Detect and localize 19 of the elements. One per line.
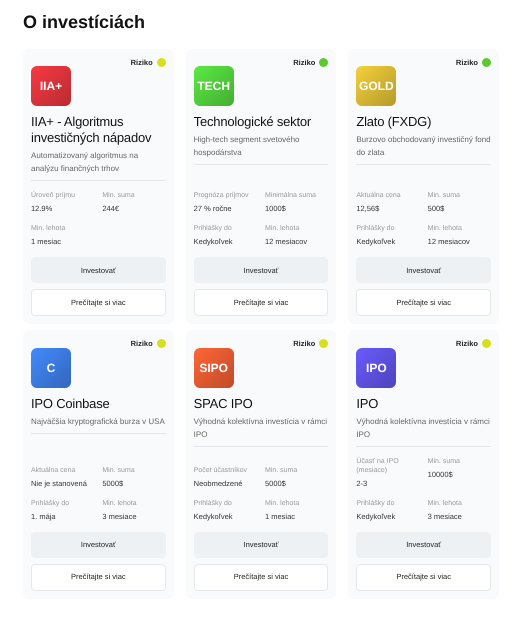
logo-badge: C (31, 348, 71, 388)
logo-badge: GOLD (356, 66, 396, 106)
logo-badge: SIPO (194, 348, 234, 388)
logo-badge: IPO (356, 348, 396, 388)
card-title: Zlato (FXDG) (356, 114, 432, 130)
page-heading: O investíciách (23, 11, 146, 33)
card-title: IPO (356, 396, 380, 412)
card-description: Burzovo obchodovaný investičný fond do zlata (356, 134, 491, 160)
card-description: Výhodná kolektívna investícia v rámci IPO (194, 416, 328, 440)
card-description: Automatizovaný algoritmus na analýzu finančných trhov (31, 150, 140, 176)
card-title: SPAC IPO (194, 396, 254, 412)
logo-badge: IIA+ (31, 66, 71, 106)
logo-badge: TECH (194, 66, 234, 106)
card-title: IPO Coinbase (31, 396, 111, 412)
card-description: Výhodná kolektívna investícia v rámci IPO (356, 416, 491, 440)
card-description: Najväčšia kryptografická burza v USA (31, 416, 166, 428)
card-description: High-tech segment svetového hospodárstva (194, 134, 300, 160)
card-title: IIA+ - Algoritmus investičných nápadov (31, 114, 152, 146)
card-title: Technologické sektor (194, 114, 312, 130)
